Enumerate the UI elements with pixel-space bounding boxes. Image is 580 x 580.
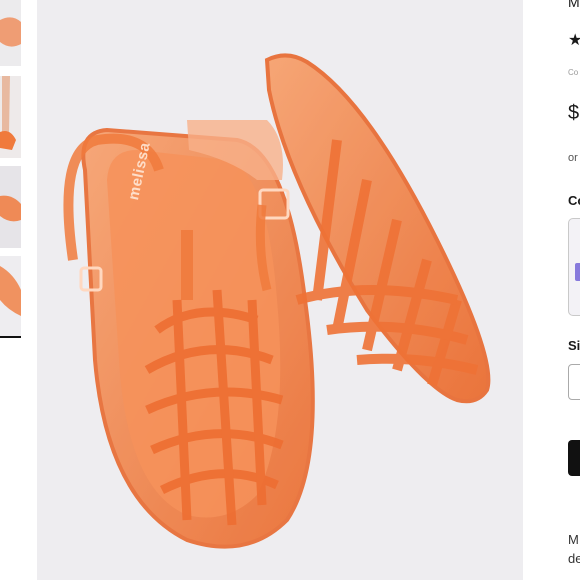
color-label: Co <box>568 193 580 208</box>
size-label: Si <box>568 338 580 353</box>
main-product-image: melissa <box>37 0 523 580</box>
size-select[interactable] <box>568 364 580 400</box>
product-title: M <box>568 0 580 10</box>
add-to-bag-button[interactable] <box>568 440 580 476</box>
review-count[interactable]: Co <box>568 68 578 77</box>
sandal-illustration <box>63 53 491 549</box>
star-icon[interactable]: ★ <box>568 30 580 50</box>
description-line-1: M <box>568 532 579 547</box>
thumbnail-1[interactable] <box>0 0 21 66</box>
description-line-2: de <box>568 551 580 566</box>
thumbnail-2[interactable] <box>0 76 21 158</box>
thumbnail-strip <box>0 0 22 580</box>
color-swatch[interactable] <box>568 218 580 316</box>
payment-note: or <box>568 152 578 164</box>
thumbnail-3[interactable] <box>0 166 21 248</box>
product-info-panel: M ★ Co $ or Co Si M de ... <box>566 0 580 580</box>
price: $ <box>568 102 580 124</box>
description-line-3: ... <box>568 570 579 580</box>
thumbnail-4[interactable] <box>0 256 21 338</box>
